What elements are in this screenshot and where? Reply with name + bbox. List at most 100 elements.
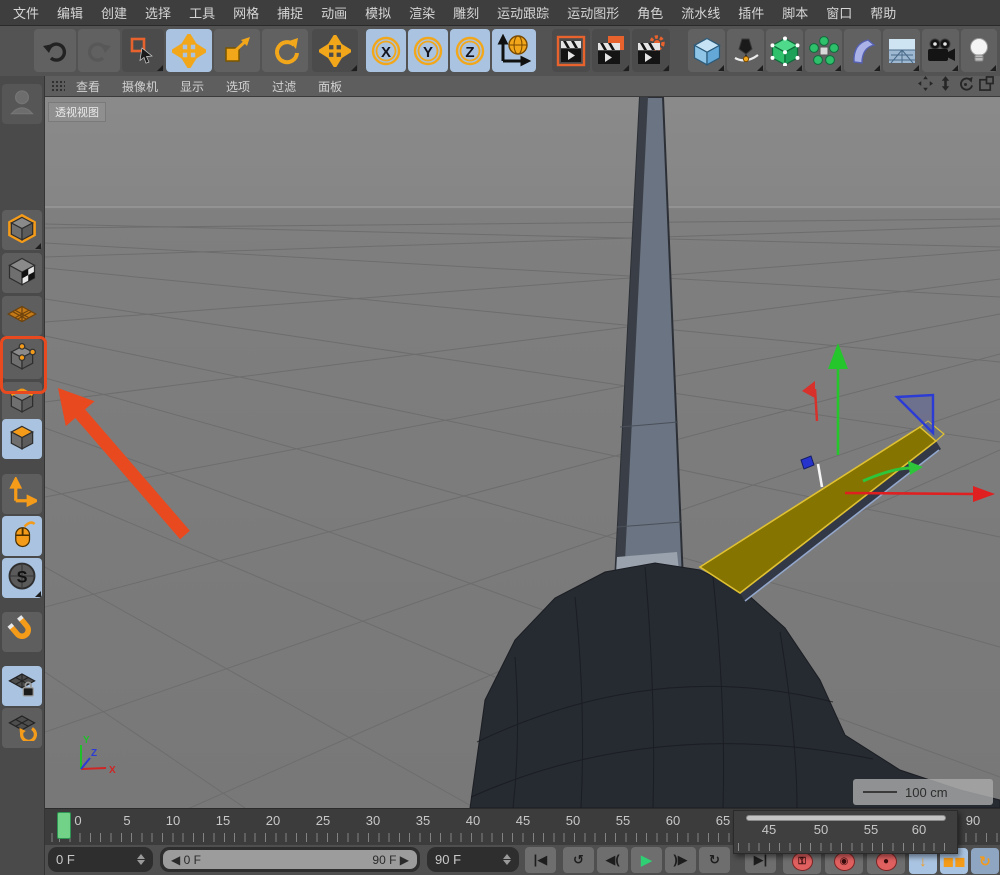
submenu-corner	[35, 591, 41, 597]
frame-label: 35	[416, 813, 430, 828]
end-frame-field[interactable]: 90 F	[427, 847, 519, 872]
stepper-up-icon[interactable]	[503, 854, 511, 859]
render-settings-button[interactable]	[632, 29, 670, 72]
floor-sky-button[interactable]	[883, 29, 920, 72]
gizmo-x-axis[interactable]	[845, 493, 975, 494]
frame-label: 65	[716, 813, 730, 828]
rotate-view-icon[interactable]	[958, 76, 973, 96]
subdivision-surface-button[interactable]	[766, 29, 803, 72]
snap-settings-button[interactable]: S	[2, 558, 42, 598]
preview-range-slider[interactable]: ◀ 0 F 90 F ▶	[163, 850, 417, 869]
menu-script[interactable]: 脚本	[773, 3, 817, 22]
previous-key-button[interactable]: ↺	[563, 847, 594, 873]
pen-spline-button[interactable]	[727, 29, 764, 72]
y-axis-icon: Y	[412, 35, 444, 67]
menu-tools[interactable]: 工具	[180, 3, 224, 22]
vp-menu-camera[interactable]: 摄像机	[111, 78, 169, 95]
menu-render[interactable]: 渲染	[400, 3, 444, 22]
lock-x-axis-button[interactable]: X	[366, 29, 406, 72]
stepper-down-icon[interactable]	[503, 860, 511, 865]
autokey-icon: ◉	[834, 852, 855, 871]
current-frame-field[interactable]: 0 F	[48, 847, 153, 872]
menu-plugins[interactable]: 插件	[729, 3, 773, 22]
deformer-button[interactable]	[844, 29, 881, 72]
render-picture-viewer-button[interactable]	[592, 29, 630, 72]
goto-start-button[interactable]: |◀	[525, 847, 556, 873]
vp-menu-panel[interactable]: 面板	[307, 78, 353, 95]
vp-menu-filter[interactable]: 过滤	[261, 78, 307, 95]
preview-range-track[interactable]: ◀ 0 F 90 F ▶	[160, 847, 420, 872]
menu-file[interactable]: 文件	[4, 3, 48, 22]
menu-window[interactable]: 窗口	[817, 3, 861, 22]
previous-frame-button[interactable]: ◀(	[597, 847, 628, 873]
live-selection-button[interactable]	[122, 29, 164, 72]
menu-sculpt[interactable]: 雕刻	[444, 3, 488, 22]
menu-simulate[interactable]: 模拟	[356, 3, 400, 22]
camera-button[interactable]	[922, 29, 959, 72]
menu-edit[interactable]: 编辑	[48, 3, 92, 22]
coordinate-system-button[interactable]	[492, 29, 536, 72]
menu-mesh[interactable]: 网格	[224, 3, 268, 22]
menu-character[interactable]: 角色	[628, 3, 672, 22]
last-used-tool-button[interactable]	[312, 29, 358, 72]
frame-stepper[interactable]	[137, 854, 145, 865]
pan-view-icon[interactable]	[918, 76, 933, 96]
model-mode-button[interactable]	[2, 84, 42, 124]
submenu-corner	[718, 65, 724, 71]
play-button[interactable]: ▶	[631, 847, 662, 873]
stepper-up-icon[interactable]	[137, 854, 145, 859]
texture-mode-button[interactable]	[2, 253, 42, 293]
menu-select[interactable]: 选择	[136, 3, 180, 22]
make-editable-button[interactable]	[2, 210, 42, 250]
rotate-workplane-button[interactable]	[2, 708, 42, 748]
add-cube-button[interactable]	[688, 29, 725, 72]
render-view-button[interactable]	[552, 29, 590, 72]
zoom-view-icon[interactable]	[939, 76, 952, 96]
lock-workplane-icon	[7, 669, 37, 704]
mini-range-slider[interactable]	[746, 815, 946, 821]
workplane-mode-button[interactable]	[2, 296, 42, 336]
scale-tool-button[interactable]	[214, 29, 260, 72]
mini-frame-label: 55	[864, 822, 878, 837]
frame-stepper[interactable]	[503, 854, 511, 865]
menu-motion-tracker[interactable]: 运动跟踪	[488, 3, 558, 22]
record-rotation-button[interactable]: ↻	[971, 848, 999, 874]
redo-button[interactable]	[78, 29, 120, 72]
magnet-snap-button[interactable]	[2, 612, 42, 652]
vp-menu-options[interactable]: 选项	[215, 78, 261, 95]
menu-pipeline[interactable]: 流水线	[672, 3, 729, 22]
submenu-corner	[157, 65, 163, 71]
view-mode-label[interactable]: 透视视图	[48, 102, 106, 122]
menu-create[interactable]: 创建	[92, 3, 136, 22]
menu-animate[interactable]: 动画	[312, 3, 356, 22]
lock-z-axis-button[interactable]: Z	[450, 29, 490, 72]
perspective-viewport[interactable]: Y Z X 100 cm	[45, 97, 1000, 808]
next-key-button[interactable]: ↻	[699, 847, 730, 873]
lock-workplane-button[interactable]	[2, 666, 42, 706]
mograph-button[interactable]	[805, 29, 842, 72]
mini-frame-label: 45	[762, 822, 776, 837]
enable-axis-button[interactable]	[2, 474, 42, 514]
move-tool-button[interactable]	[166, 29, 212, 72]
frame-label: 55	[616, 813, 630, 828]
undo-button[interactable]	[34, 29, 76, 72]
menu-help[interactable]: 帮助	[861, 3, 905, 22]
menu-snap[interactable]: 捕捉	[268, 3, 312, 22]
vp-menu-view[interactable]: 查看	[65, 78, 111, 95]
lock-y-axis-button[interactable]: Y	[408, 29, 448, 72]
polygons-mode-button[interactable]	[2, 419, 42, 459]
tweak-mode-button[interactable]	[2, 516, 42, 556]
next-frame-button[interactable]: )▶	[665, 847, 696, 873]
stepper-down-icon[interactable]	[137, 860, 145, 865]
menu-mograph[interactable]: 运动图形	[558, 3, 628, 22]
submenu-corner	[663, 65, 669, 71]
light-button[interactable]	[961, 29, 997, 72]
timeline-playhead[interactable]	[57, 812, 71, 839]
vp-menu-display[interactable]: 显示	[169, 78, 215, 95]
subdivision-cube-icon	[770, 36, 800, 66]
rotate-tool-button[interactable]	[262, 29, 308, 72]
toggle-panel-icon[interactable]	[979, 76, 994, 96]
floating-timeline-panel[interactable]: 45 50 55 60	[733, 810, 958, 854]
submenu-corner	[913, 65, 919, 71]
grip-handle-icon[interactable]	[51, 80, 65, 92]
